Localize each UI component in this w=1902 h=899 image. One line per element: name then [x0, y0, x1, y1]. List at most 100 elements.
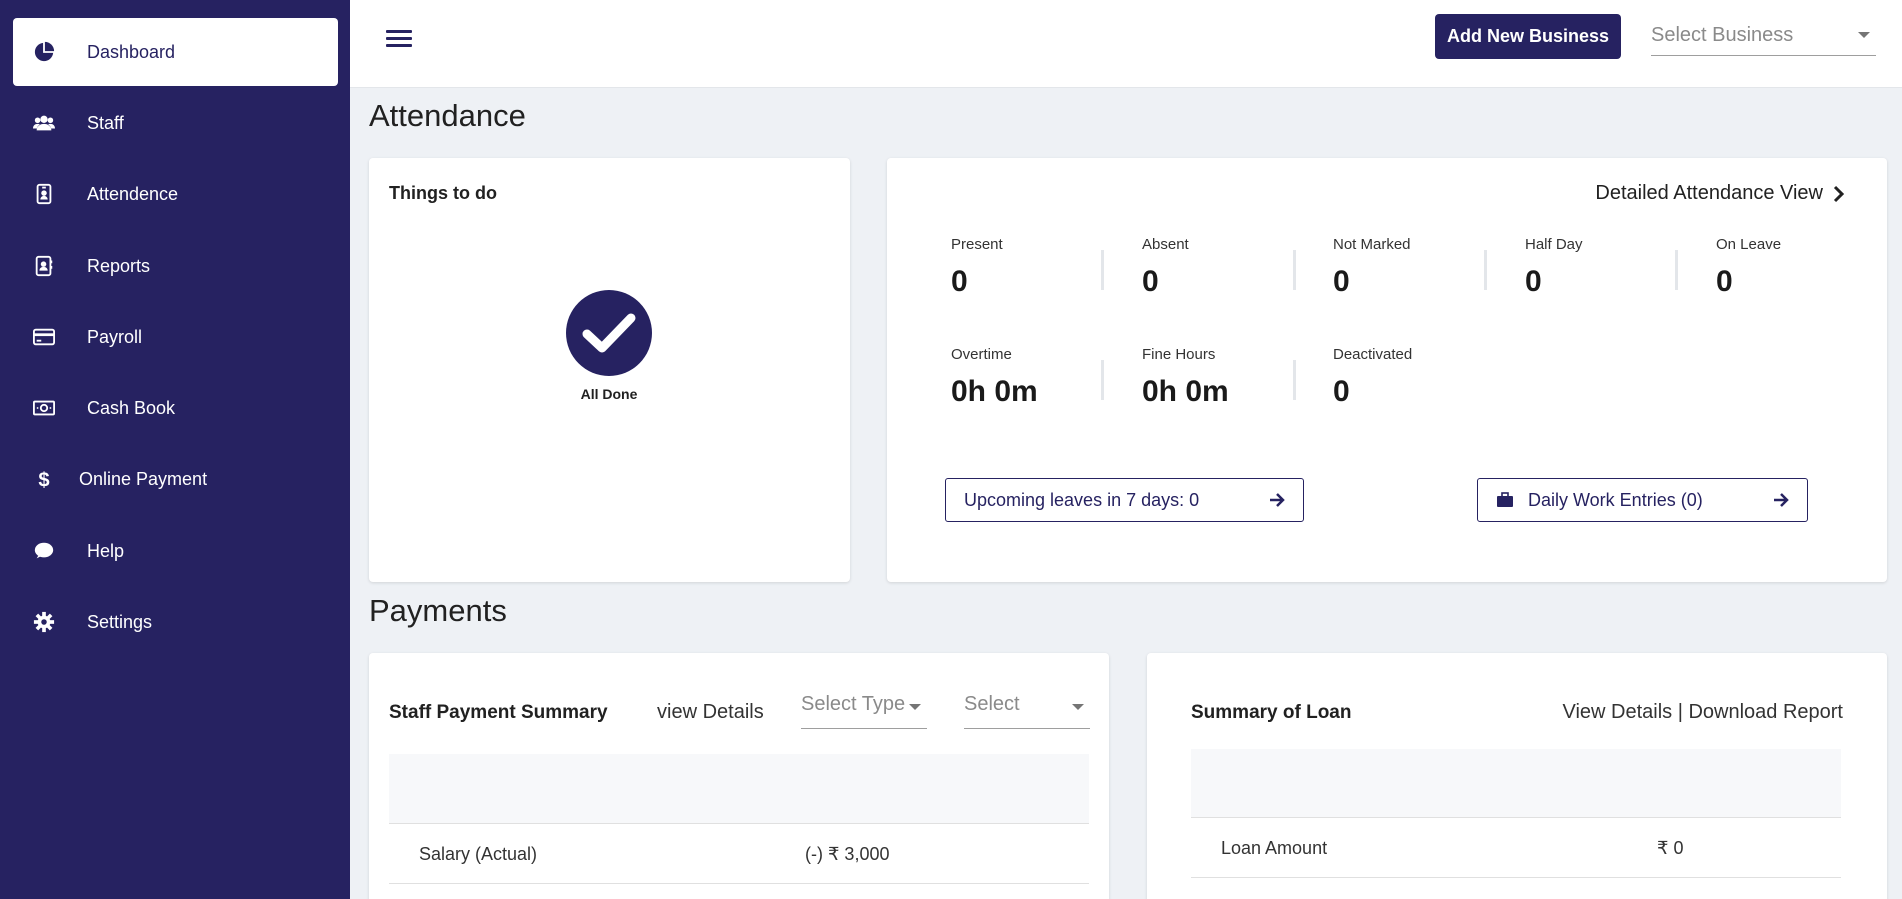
attendance-summary-card: Detailed Attendance View Present 0 Absen…	[887, 158, 1887, 582]
stat-label: Present	[951, 236, 1003, 253]
things-to-do-card: Things to do All Done	[369, 158, 850, 582]
hamburger-menu-icon[interactable]	[386, 26, 412, 52]
sidebar-item-label: Help	[87, 540, 125, 561]
users-icon	[31, 110, 57, 136]
view-details-download-report-link[interactable]: View Details | Download Report	[1562, 701, 1843, 724]
sidebar-item-label: Staff	[87, 112, 124, 133]
contact-book-icon	[31, 253, 57, 279]
chat-bubble-icon	[31, 538, 57, 564]
select-business-dropdown[interactable]: Select Business	[1651, 18, 1876, 56]
row-label: Salary (Actual)	[419, 844, 538, 864]
payments-section-title: Payments	[369, 593, 507, 628]
sidebar-item-settings[interactable]: Settings	[13, 588, 338, 656]
row-label: Loan Amount	[1221, 838, 1328, 858]
stat-value: 0h 0m	[951, 375, 1038, 408]
loan-summary-title: Summary of Loan	[1191, 702, 1352, 723]
sidebar-item-attendence[interactable]: Attendence	[13, 160, 338, 228]
sidebar-item-label: Attendence	[87, 183, 179, 204]
stat-value: 0	[1525, 265, 1542, 298]
table-header	[1191, 749, 1841, 818]
divider	[1293, 250, 1296, 290]
stat-value: 0	[1142, 265, 1159, 298]
table-row: Loan Amount ₹ 0	[1191, 818, 1841, 878]
sidebar-item-reports[interactable]: Reports	[13, 232, 338, 300]
stat-value: 0	[951, 265, 968, 298]
sidebar-item-label: Online Payment	[79, 468, 208, 489]
table-header	[389, 754, 1089, 824]
staff-payment-summary-card: Staff Payment Summary view Details Selec…	[369, 653, 1109, 899]
view-details-link[interactable]: view Details	[657, 701, 764, 724]
stat-absent: Absent 0	[1142, 236, 1292, 299]
sidebar-item-label: Cash Book	[87, 397, 176, 418]
pie-chart-icon	[31, 39, 57, 65]
daily-work-entries-label: Daily Work Entries (0)	[1528, 489, 1703, 510]
table-row: Salary (Actual) (-) ₹ 3,000	[389, 824, 1089, 884]
svg-text:$: $	[38, 469, 49, 490]
chevron-right-icon	[1833, 185, 1845, 202]
sidebar-item-dashboard[interactable]: Dashboard	[13, 18, 338, 86]
topbar: Add New Business Select Business	[350, 0, 1902, 88]
select-placeholder: Select	[964, 693, 1020, 715]
gear-icon	[31, 609, 57, 635]
stat-value: 0	[1333, 375, 1350, 408]
all-done-label: All Done	[580, 386, 638, 402]
arrow-right-icon	[1774, 493, 1789, 507]
detailed-attendance-view-label: Detailed Attendance View	[1595, 182, 1823, 204]
stat-label: Absent	[1142, 236, 1189, 253]
divider	[1484, 250, 1487, 290]
stat-fine-hours: Fine Hours 0h 0m	[1142, 346, 1292, 409]
add-new-business-button[interactable]: Add New Business	[1435, 14, 1621, 59]
select-business-placeholder: Select Business	[1651, 24, 1794, 46]
detailed-attendance-view-link[interactable]: Detailed Attendance View	[1595, 182, 1845, 205]
things-to-do-title: Things to do	[389, 183, 497, 203]
divider	[1293, 360, 1296, 400]
upcoming-leaves-label: Upcoming leaves in 7 days: 0	[964, 489, 1200, 510]
sidebar: Dashboard Staff Attendence Reports Payro…	[0, 0, 350, 899]
stat-value: 0h 0m	[1142, 375, 1229, 408]
dollar-icon: $	[31, 466, 57, 492]
sidebar-item-label: Dashboard	[87, 41, 176, 62]
divider	[1675, 250, 1678, 290]
attendance-section-title: Attendance	[369, 98, 526, 133]
stat-not-marked: Not Marked 0	[1333, 236, 1483, 299]
sidebar-item-label: Payroll	[87, 326, 143, 347]
sidebar-item-payroll[interactable]: Payroll	[13, 303, 338, 371]
sidebar-item-cash-book[interactable]: Cash Book	[13, 374, 338, 442]
stat-on-leave: On Leave 0	[1716, 236, 1866, 299]
select-type-dropdown[interactable]: Select Type	[801, 693, 927, 729]
sidebar-item-label: Settings	[87, 611, 153, 632]
stat-overtime: Overtime 0h 0m	[951, 346, 1101, 409]
stat-present: Present 0	[951, 236, 1101, 299]
sidebar-item-staff[interactable]: Staff	[13, 89, 338, 157]
chevron-down-icon	[1858, 32, 1870, 38]
daily-work-entries-button[interactable]: Daily Work Entries (0)	[1477, 478, 1808, 522]
stat-label: Not Marked	[1333, 236, 1411, 253]
stat-label: Deactivated	[1333, 346, 1413, 363]
sidebar-item-label: Reports	[87, 255, 151, 276]
loan-summary-card: Summary of Loan View Details | Download …	[1147, 653, 1887, 899]
staff-payment-summary-title: Staff Payment Summary	[389, 702, 608, 723]
select-dropdown[interactable]: Select	[964, 693, 1090, 729]
divider	[1101, 250, 1104, 290]
stat-deactivated: Deactivated 0	[1333, 346, 1483, 409]
check-icon	[566, 290, 652, 376]
stat-half-day: Half Day 0	[1525, 236, 1675, 299]
chevron-down-icon	[909, 704, 921, 710]
chevron-down-icon	[1072, 704, 1084, 710]
sidebar-item-help[interactable]: Help	[13, 517, 338, 585]
select-type-placeholder: Select Type	[801, 693, 906, 715]
divider	[1101, 360, 1104, 400]
stat-label: On Leave	[1716, 236, 1782, 253]
credit-card-icon	[31, 324, 57, 350]
money-bill-icon	[31, 395, 57, 421]
row-value: (-) ₹ 3,000	[805, 844, 890, 864]
arrow-right-icon	[1270, 493, 1285, 507]
stat-label: Half Day	[1525, 236, 1583, 253]
stat-label: Overtime	[951, 346, 1012, 363]
row-value: ₹ 0	[1657, 838, 1684, 858]
briefcase-icon	[1497, 492, 1513, 507]
upcoming-leaves-button[interactable]: Upcoming leaves in 7 days: 0	[945, 478, 1304, 522]
stat-label: Fine Hours	[1142, 346, 1216, 363]
stat-value: 0	[1716, 265, 1733, 298]
sidebar-item-online-payment[interactable]: $ Online Payment	[13, 445, 338, 513]
